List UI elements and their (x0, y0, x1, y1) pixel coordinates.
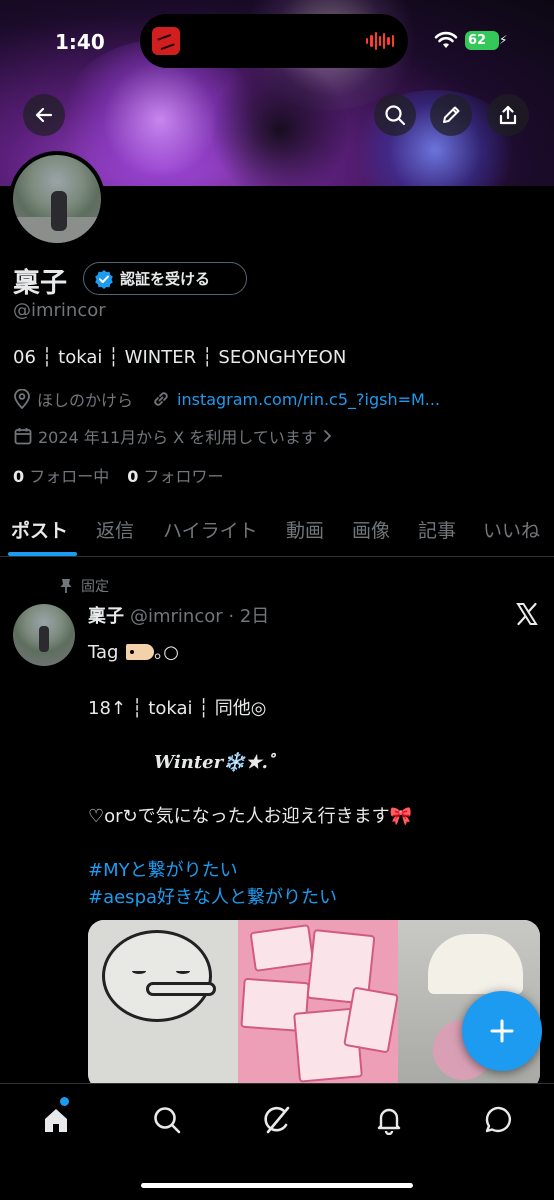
tab-likes[interactable]: いいね (483, 516, 540, 543)
charging-icon: ⚡ (499, 33, 508, 47)
tab-videos[interactable]: 動画 (286, 516, 324, 543)
search-button[interactable] (374, 94, 416, 136)
profile-handle: @imrincor (13, 300, 106, 321)
post-author-name[interactable]: 稟子 (88, 602, 124, 628)
messages-icon (485, 1106, 512, 1133)
tab-images[interactable]: 画像 (352, 516, 390, 543)
profile-tabs: ポスト 返信 ハイライト 動画 画像 記事 いいね (0, 512, 554, 557)
home-notification-dot (60, 1097, 69, 1106)
battery-indicator: 62 (465, 31, 499, 50)
followers-label: フォロワー (143, 467, 224, 486)
pinned-label: 固定 (81, 579, 109, 595)
get-verified-label: 認証を受ける (120, 270, 211, 288)
nav-notifications[interactable] (369, 1100, 409, 1140)
followers-count: 0 (127, 467, 139, 486)
post-text-line4: ♡or↻で気になった人お迎え行きます🎀 (88, 802, 412, 828)
share-icon (499, 105, 517, 125)
post-header: 稟子 @imrincor · 2日 (88, 602, 269, 628)
nav-messages[interactable] (479, 1100, 519, 1140)
joined-date-row[interactable]: 2024 年11月から X を利用しています (13, 424, 334, 448)
profile-avatar[interactable] (9, 151, 105, 247)
post-line1-text: Tag (88, 642, 119, 663)
profile-meta-row: ほしのかけら instagram.com/rin.c5_?igsh=M... (13, 387, 440, 411)
post-line4-text: ♡or↻で気になった人お迎え行きます (88, 806, 390, 827)
search-icon (385, 105, 406, 126)
post-line1-suffix: ｡○ (154, 642, 179, 663)
chevron-right-icon (323, 430, 332, 442)
link-icon (154, 392, 168, 406)
now-playing-app-icon (152, 27, 180, 55)
media-image-1[interactable] (88, 920, 238, 1090)
tab-posts[interactable]: ポスト (11, 516, 68, 543)
get-verified-button[interactable]: 認証を受ける (83, 262, 247, 295)
tab-replies[interactable]: 返信 (96, 516, 134, 543)
battery-level: 62 (468, 33, 487, 48)
search-icon (154, 1107, 181, 1134)
location-pin-icon (14, 389, 30, 409)
profile-name: 稟子 (13, 268, 67, 299)
audio-wave-icon (366, 31, 394, 51)
profile-location: ほしのかけら (37, 391, 134, 410)
post-author-avatar[interactable] (13, 604, 75, 666)
wifi-icon (434, 31, 458, 48)
hashtag-link-2[interactable]: #aespa好きな人と繋がりたい (88, 883, 337, 909)
dynamic-island (140, 14, 408, 68)
following-link[interactable]: 0 フォロー中 (13, 463, 109, 487)
follow-stats: 0 フォロー中 0 フォロワー (13, 463, 224, 487)
joined-date: 2024 年11月から X を利用しています (38, 428, 317, 447)
edit-button[interactable] (430, 94, 472, 136)
nav-search[interactable] (147, 1100, 187, 1140)
grok-icon (264, 1106, 290, 1134)
pinned-label-row: 固定 (59, 576, 109, 596)
nav-grok[interactable] (257, 1100, 297, 1140)
hashtag-link-1[interactable]: #MYと繋がりたい (88, 856, 238, 882)
post-text-line3: Winter❄️★.゜ (154, 752, 286, 773)
followers-link[interactable]: 0 フォロワー (127, 463, 223, 487)
tab-highlights[interactable]: ハイライト (163, 516, 258, 543)
home-icon (45, 1109, 67, 1132)
post-author-meta[interactable]: @imrincor · 2日 (130, 602, 269, 628)
post-text-line2: 18↑ ┆ tokai ┆ 同他◎ (88, 698, 267, 719)
calendar-icon (14, 428, 32, 445)
ribbon-emoji: 🎀 (389, 806, 413, 827)
post-text-line1: Tag ｡○ (88, 638, 179, 664)
media-image-2[interactable] (238, 920, 399, 1090)
compose-post-button[interactable] (462, 991, 542, 1071)
following-label: フォロー中 (29, 467, 110, 486)
back-button[interactable] (23, 94, 65, 136)
label-tag-icon (126, 644, 155, 660)
verified-badge-icon (95, 269, 113, 289)
x-logo-icon (516, 602, 538, 626)
plus-icon (490, 1019, 514, 1043)
pencil-icon (443, 106, 460, 123)
home-indicator (141, 1183, 413, 1188)
tab-articles[interactable]: 記事 (418, 516, 456, 543)
following-count: 0 (13, 467, 25, 486)
pin-icon (60, 579, 72, 593)
profile-website-link[interactable]: instagram.com/rin.c5_?igsh=M... (177, 390, 440, 409)
status-time: 1:40 (55, 30, 105, 54)
back-arrow-icon (35, 107, 53, 123)
nav-home[interactable] (36, 1100, 76, 1140)
active-tab-indicator (8, 552, 77, 556)
share-button[interactable] (487, 94, 529, 136)
profile-bio: 06 ┆ tokai ┆ WINTER ┆ SEONGHYEON (13, 347, 347, 368)
bell-icon (377, 1108, 401, 1135)
